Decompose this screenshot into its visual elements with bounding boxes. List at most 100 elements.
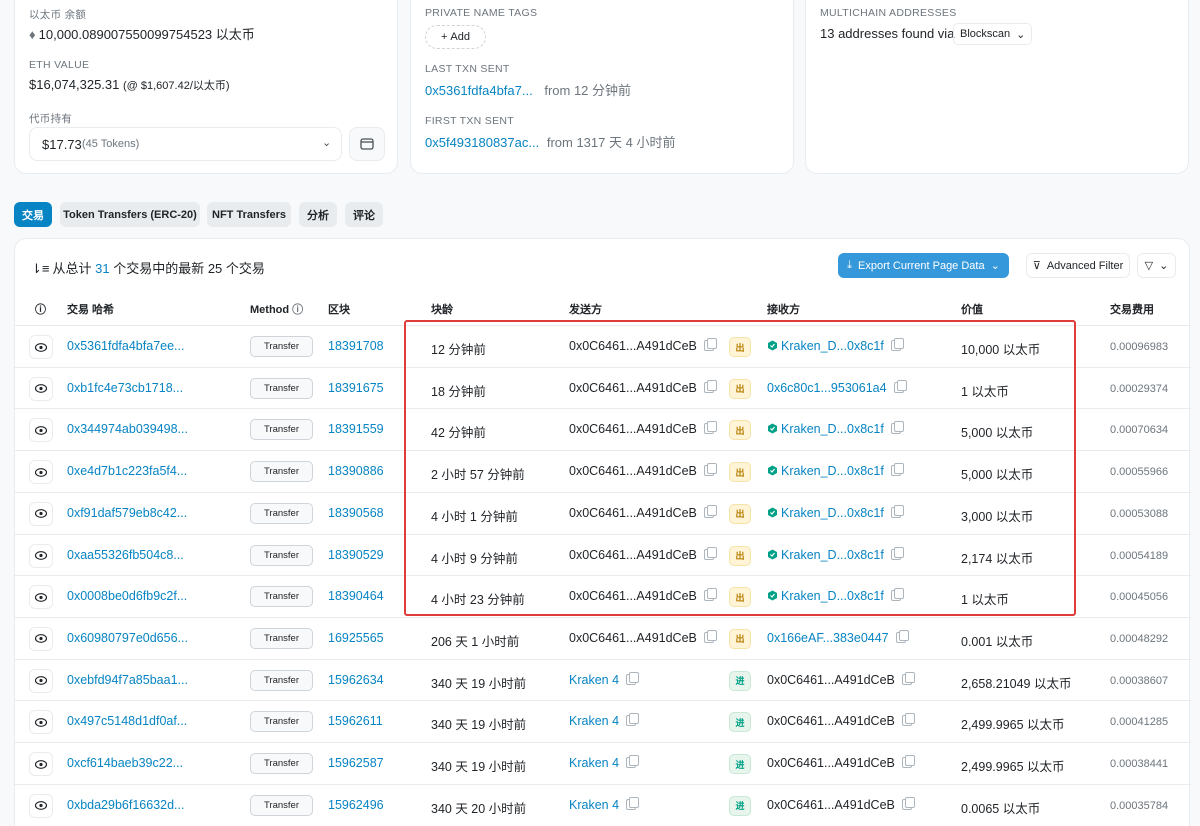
to-address: 0x0C6461...A491dCeB	[767, 797, 895, 812]
tab-nft-transfers[interactable]: NFT Transfers	[207, 202, 291, 227]
copy-icon[interactable]	[703, 629, 717, 643]
copy-icon[interactable]	[626, 713, 640, 727]
block-link[interactable]: 16925565	[328, 631, 384, 645]
method-badge: Transfer	[250, 336, 313, 357]
to-address[interactable]: 0x166eAF...383e0447	[767, 631, 889, 645]
value-cell: 2,499.9965 以太币	[961, 718, 1065, 733]
tx-hash-link[interactable]: 0x5361fdfa4bfa7ee...	[67, 339, 184, 353]
filter-icon: ⊽	[1032, 260, 1041, 272]
block-link[interactable]: 18390529	[328, 548, 384, 562]
header-from: 发送方	[569, 304, 602, 316]
first-txn-hash-link[interactable]: 0x5f493180837ac...	[425, 135, 539, 150]
table-row: 0xcf614baeb39c22... Transfer 15962587 340 天…	[15, 742, 1191, 784]
eye-icon[interactable]	[29, 793, 53, 818]
eye-icon[interactable]	[29, 710, 53, 735]
method-badge: Transfer	[250, 419, 313, 441]
token-holdings-dropdown[interactable]: $17.73 (45 Tokens) ⌄	[29, 127, 342, 161]
block-link[interactable]: 18391559	[328, 422, 384, 436]
tx-hash-link[interactable]: 0x0008be0d6fb9c2f...	[67, 589, 187, 603]
block-link[interactable]: 18391675	[328, 381, 384, 395]
from-cell: Kraken 4	[569, 713, 640, 728]
eth-value-label: ETH VALUE	[29, 59, 90, 71]
wallet-button[interactable]	[349, 127, 385, 161]
tx-hash-link[interactable]: 0xaa55326fb504c8...	[67, 548, 184, 562]
advanced-filter-button[interactable]: ⊽ Advanced Filter	[1026, 253, 1130, 278]
block-link[interactable]: 15962496	[328, 798, 384, 812]
copy-icon[interactable]	[901, 755, 915, 768]
eye-icon[interactable]	[29, 460, 53, 485]
eye-icon[interactable]	[29, 585, 53, 610]
filter-dropdown-button[interactable]: ▽ ⌄	[1137, 253, 1176, 278]
eth-icon: ♦	[29, 27, 36, 42]
block-link[interactable]: 18390568	[328, 506, 384, 520]
fee-cell: 0.00096983	[1110, 341, 1169, 353]
from-address[interactable]: Kraken 4	[569, 756, 619, 770]
blockscan-dropdown[interactable]: Blockscan ⌄	[953, 23, 1033, 45]
add-tag-button[interactable]: + Add	[425, 25, 486, 49]
method-badge: Transfer	[250, 753, 313, 774]
tx-hash-link[interactable]: 0xbda29b6f16632d...	[67, 798, 184, 812]
to-cell: 0x166eAF...383e0447	[767, 629, 909, 645]
block-link[interactable]: 15962611	[328, 714, 383, 728]
tab-transactions[interactable]: 交易	[14, 202, 52, 227]
tx-hash-link[interactable]: 0x344974ab039498...	[67, 422, 188, 436]
from-cell: Kraken 4	[569, 755, 640, 770]
block-link[interactable]: 15962587	[328, 756, 384, 770]
export-button[interactable]: ⤓ Export Current Page Data ⌄	[838, 253, 1009, 278]
from-address[interactable]: Kraken 4	[569, 714, 619, 728]
eye-icon[interactable]	[29, 376, 53, 401]
from-address[interactable]: Kraken 4	[569, 673, 619, 687]
eye-icon[interactable]	[29, 626, 53, 651]
help-icon[interactable]: ⓘ	[35, 301, 46, 317]
method-badge: Transfer	[250, 711, 313, 733]
summary-count-link[interactable]: 31	[95, 261, 109, 276]
tx-hash-link[interactable]: 0xcf614baeb39c22...	[67, 756, 183, 770]
header-fee[interactable]: 交易费用	[1110, 301, 1154, 317]
copy-icon[interactable]	[901, 713, 915, 727]
eye-icon[interactable]	[29, 501, 53, 526]
tab-analytics[interactable]: 分析	[299, 202, 337, 227]
first-txn-label: FIRST TXN SENT	[425, 115, 514, 127]
private-tags-label: PRIVATE NAME TAGS	[425, 7, 538, 19]
tx-hash-link[interactable]: 0xebfd94f7a85baa1...	[67, 673, 188, 687]
last-txn-hash-link[interactable]: 0x5361fdfa4bfa7...	[425, 83, 533, 98]
eye-icon[interactable]	[29, 418, 53, 443]
to-cell: 0x0C6461...A491dCeB	[767, 755, 915, 770]
token-count: (45 Tokens)	[82, 138, 140, 150]
to-cell: 0x0C6461...A491dCeB	[767, 713, 915, 728]
block-link[interactable]: 15962634	[328, 673, 384, 687]
method-badge: Transfer	[250, 586, 313, 608]
copy-icon[interactable]	[626, 796, 640, 810]
tab-comments[interactable]: 评论	[345, 202, 383, 227]
copy-icon[interactable]	[626, 671, 640, 685]
tx-hash-link[interactable]: 0xb1fc4e73cb1718...	[67, 381, 183, 395]
token-value: $17.73	[42, 137, 82, 152]
block-link[interactable]: 18390886	[328, 464, 384, 478]
tx-hash-link[interactable]: 0x497c5148d1df0af...	[67, 714, 187, 728]
copy-icon[interactable]	[901, 671, 915, 685]
block-link[interactable]: 18390464	[328, 589, 384, 603]
eye-icon[interactable]	[29, 668, 53, 693]
age-cell: 206 天 1 小时前	[431, 634, 520, 649]
value-cell: 2,499.9965 以太币	[961, 760, 1065, 774]
direction-badge: 进	[729, 670, 751, 691]
funnel-icon: ▽	[1144, 260, 1154, 272]
eye-icon[interactable]	[29, 752, 53, 776]
tab-token-transfers[interactable]: Token Transfers (ERC-20)	[60, 202, 200, 227]
copy-icon[interactable]	[901, 796, 915, 810]
eye-icon[interactable]	[29, 543, 53, 568]
last-txn: 0x5361fdfa4bfa7... from 12 分钟前	[425, 83, 632, 98]
method-badge: Transfer	[250, 377, 313, 399]
fee-cell: 0.00038607	[1110, 674, 1169, 687]
from-address[interactable]: Kraken 4	[569, 798, 619, 812]
eye-icon[interactable]	[29, 335, 53, 359]
header-age[interactable]: 块龄	[431, 301, 453, 317]
copy-icon[interactable]	[626, 755, 640, 768]
multichain-label: MULTICHAIN ADDRESSES	[820, 7, 957, 19]
tx-hash-link[interactable]: 0x60980797e0d656...	[67, 631, 188, 645]
copy-icon[interactable]	[895, 629, 909, 643]
info-icon: ⓘ	[292, 304, 304, 316]
tx-hash-link[interactable]: 0xf91daf579eb8c42...	[67, 506, 187, 520]
tx-hash-link[interactable]: 0xe4d7b1c223fa5f4...	[67, 464, 187, 478]
block-link[interactable]: 18391708	[328, 339, 384, 353]
